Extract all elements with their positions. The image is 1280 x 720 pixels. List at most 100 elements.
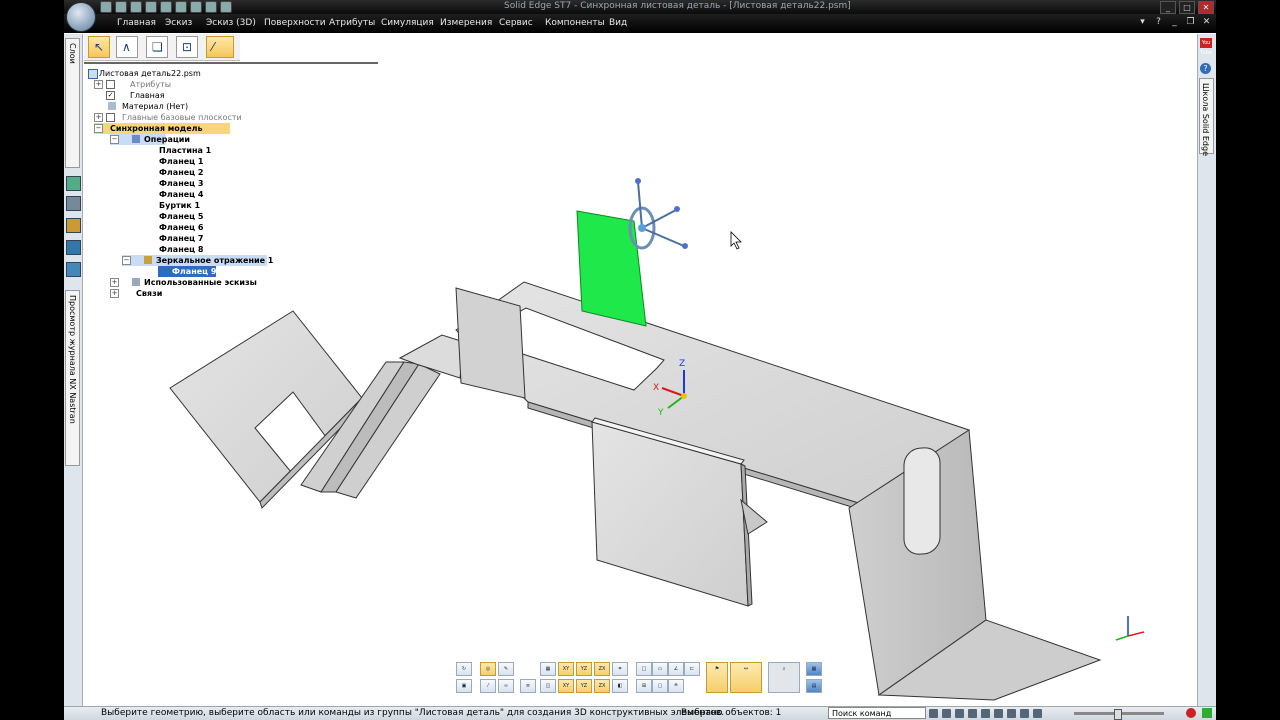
right-tab-strip: You Tube ? Школа Solid Edge <box>1197 34 1216 720</box>
tree-root-label: Листовая деталь22.psm <box>99 69 201 78</box>
expand-icon[interactable]: + <box>110 289 119 298</box>
help-button[interactable]: ? <box>1200 63 1211 74</box>
front-view-button[interactable]: ◫ <box>540 679 556 693</box>
zoom-out-icon[interactable] <box>955 709 964 718</box>
tree-used-sketches-label: Использованные эскизы <box>144 278 257 287</box>
ruler-button[interactable]: ≚ <box>668 679 684 693</box>
tree-main-label: Главная <box>130 91 165 100</box>
shade-toggle-button[interactable]: ▤ <box>806 679 822 693</box>
mouse-cursor-icon <box>730 231 742 250</box>
feature-label: Фланец 7 <box>159 234 204 243</box>
view-yz-alt-button[interactable]: YZ <box>576 679 592 693</box>
section-button[interactable]: ◧ <box>612 679 628 693</box>
grid-button[interactable]: ▦ <box>540 662 556 676</box>
tree-relations-label: Связи <box>136 289 163 298</box>
fit-icon[interactable] <box>929 709 938 718</box>
material-icon <box>108 102 116 110</box>
tree-attributes-label: Атрибуты <box>130 80 172 89</box>
view-triad-icon <box>1115 616 1145 641</box>
zoom-in-icon[interactable] <box>942 709 951 718</box>
box-button[interactable]: ⊞ <box>636 679 652 693</box>
collapse-icon[interactable]: − <box>122 256 131 265</box>
graphics-viewport[interactable]: Z X Y <box>64 0 1216 720</box>
feature-label: Фланец 4 <box>159 190 204 199</box>
feature-label: Фланец 5 <box>159 212 204 221</box>
feature-label: Фланец 1 <box>159 157 204 166</box>
dimension-panel-button[interactable]: ↔ <box>730 662 762 693</box>
triad-x-label: X <box>653 383 659 393</box>
feature-label: Пластина 1 <box>159 146 212 155</box>
status-selected-count: Выбрано объектов: 1 <box>681 708 782 718</box>
visibility-checkbox[interactable] <box>106 113 115 122</box>
rotate-icon[interactable] <box>981 709 990 718</box>
angle-button[interactable]: ∠ <box>668 662 684 676</box>
middle-vertical-flange[interactable] <box>455 287 526 399</box>
status-bar: Выберите геометрию, выберите область или… <box>64 706 1216 720</box>
part-icon <box>88 69 98 79</box>
tree-sync-model[interactable]: − Синхронная модель <box>94 123 230 134</box>
named-views-icon[interactable] <box>1033 709 1042 718</box>
view-toolbar: ↻ ▣ ◎ ✎ ⁄ ∞ ≡ ▦ XY YZ ZX ⌗ ◫ XY YZ ZX ◧ … <box>456 662 828 696</box>
plane2-button[interactable]: ▭ <box>652 662 668 676</box>
view-zx-alt-button[interactable]: ZX <box>594 679 610 693</box>
display-toggle-button[interactable]: ▦ <box>806 662 822 676</box>
visibility-checkbox[interactable] <box>106 80 115 89</box>
view-zx-button[interactable]: ZX <box>594 662 610 676</box>
view-xy-button[interactable]: XY <box>558 662 574 676</box>
edit-button[interactable]: ⁄ <box>480 679 496 693</box>
shaded-icon[interactable] <box>1020 709 1029 718</box>
spin-icon[interactable] <box>994 709 1003 718</box>
tree-mirror[interactable]: − Зеркальное отражение 1 <box>122 255 273 266</box>
relations-button[interactable]: ⚑ <box>706 662 728 693</box>
save-view-button[interactable]: ▣ <box>456 679 472 693</box>
feature-label: Фланец 3 <box>159 179 204 188</box>
sketch-view-icon[interactable] <box>1007 709 1016 718</box>
tree-operations[interactable]: − Операции <box>110 134 190 145</box>
record-icon[interactable] <box>1186 708 1196 718</box>
triad-z-label: Z <box>679 359 685 369</box>
collapse-icon[interactable]: − <box>94 124 103 133</box>
iso-button[interactable]: ⌗ <box>612 662 628 676</box>
solid-edge-window: Solid Edge ST7 - Синхронная листовая дет… <box>64 0 1216 720</box>
sketch-icon <box>132 278 140 286</box>
rotate-view-button[interactable]: ↻ <box>456 662 472 676</box>
zoom-slider-handle[interactable] <box>1114 709 1122 720</box>
expand-icon[interactable]: + <box>94 113 103 122</box>
zoom-button[interactable]: ⌕ <box>768 662 800 693</box>
pan-icon[interactable] <box>968 709 977 718</box>
link-button[interactable]: ∞ <box>498 679 514 693</box>
feature-label: Фланец 8 <box>159 245 204 254</box>
plane-button[interactable]: □ <box>636 662 652 676</box>
tab-solid-edge-school[interactable]: Школа Solid Edge <box>1199 78 1214 156</box>
feature-label: Фланец 2 <box>159 168 204 177</box>
operations-icon <box>132 135 140 143</box>
command-search-input[interactable]: Поиск команд <box>828 707 926 719</box>
status-icons <box>929 709 1042 718</box>
dimension-button[interactable]: ⊏ <box>684 662 700 676</box>
collapse-icon[interactable]: − <box>110 135 119 144</box>
sync-button[interactable]: ◎ <box>480 662 496 676</box>
visibility-checkbox[interactable]: ✓ <box>106 91 115 100</box>
expand-icon[interactable]: + <box>94 80 103 89</box>
align-button[interactable]: ≡ <box>520 679 536 693</box>
tree-mirror-label: Зеркальное отражение 1 <box>156 256 274 265</box>
feature-label: Буртик 1 <box>159 201 201 210</box>
tree-base-planes-label: Главные базовые плоскости <box>122 113 242 122</box>
expand-icon[interactable]: + <box>110 278 119 287</box>
status-prompt: Выберите геометрию, выберите область или… <box>101 708 725 718</box>
selected-flange-9[interactable] <box>576 210 647 327</box>
upgrade-icon[interactable] <box>1202 708 1212 718</box>
tree-material-label: Материал (Нет) <box>122 102 189 111</box>
youtube-icon[interactable]: You Tube <box>1200 38 1212 56</box>
mirror-icon <box>144 256 152 264</box>
tree-flange9[interactable]: Фланец 9 <box>158 266 216 277</box>
plane3-button[interactable]: ▢ <box>652 679 668 693</box>
view-yz-button[interactable]: YZ <box>576 662 592 676</box>
tree-sync-model-label: Синхронная модель <box>110 124 203 133</box>
view-xy-alt-button[interactable]: XY <box>558 679 574 693</box>
steering-wheel-icon[interactable] <box>628 178 688 250</box>
feature-label: Фланец 6 <box>159 223 204 232</box>
pan-button[interactable]: ✎ <box>498 662 514 676</box>
tree-operations-label: Операции <box>144 135 191 144</box>
tree-flange9-label: Фланец 9 <box>172 267 217 276</box>
